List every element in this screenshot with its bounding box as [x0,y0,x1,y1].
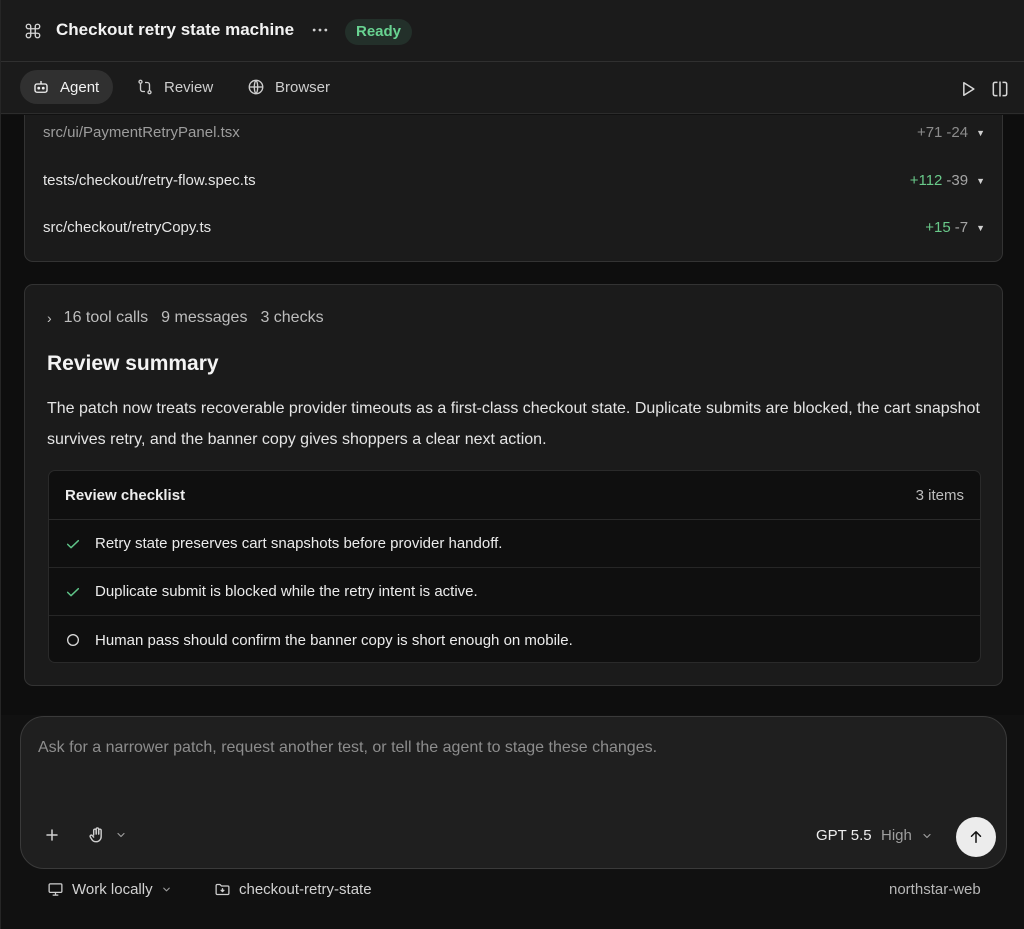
work-location-label: Work locally [72,881,153,898]
git-compare-icon [138,79,152,95]
status-badge: Ready [345,19,413,45]
lines-removed: -39 [946,172,969,189]
command-icon [25,23,41,39]
review-checklist: Review checklist 3 items Retry state pre… [48,470,981,663]
tab-label: Agent [60,78,100,96]
file-path: src/checkout/retryCopy.ts [43,219,212,236]
caret-down-icon[interactable]: ▼ [976,223,985,233]
activity-summary[interactable]: › 16 tool calls 9 messages 3 checks [47,309,337,327]
checklist-item: Duplicate submit is blocked while the re… [49,568,980,616]
hand-icon [89,827,102,843]
lines-added: +15 [925,219,951,236]
checklist-item-text: Human pass should confirm the banner cop… [95,631,573,649]
app-window: Checkout retry state machine Ready Agent… [0,0,1024,929]
checks-count: 3 checks [260,309,324,326]
branch-selector[interactable]: checkout-retry-state [214,881,372,898]
model-selector[interactable]: GPT 5.5 [816,827,872,844]
chevron-down-icon [923,833,931,838]
tab-label: Browser [275,78,331,96]
monitor-icon [48,883,63,896]
repo-label: northstar-web [889,881,981,898]
review-summary-card: › 16 tool calls 9 messages 3 checks Revi… [24,284,1003,686]
file-row[interactable]: src/ui/PaymentRetryPanel.tsx +71 -24 ▼ [25,115,1002,156]
file-row[interactable]: src/checkout/retryCopy.ts +15 -7 ▼ [25,204,1002,251]
file-row[interactable]: tests/checkout/retry-flow.spec.ts +112 -… [25,157,1002,204]
checklist-item-text: Retry state preserves cart snapshots bef… [95,535,503,552]
caret-down-icon[interactable]: ▼ [976,128,985,138]
chevron-down-icon [162,887,170,892]
folder-branch-icon [215,883,230,896]
review-summary-title: Review summary [47,352,219,375]
robot-icon [34,81,48,93]
tool-calls-count: 16 tool calls [63,309,149,326]
tab-agent[interactable]: Agent [20,70,114,104]
checklist-header: Review checklist 3 items [49,471,980,520]
file-path: tests/checkout/retry-flow.spec.ts [43,172,256,189]
check-icon [66,539,80,548]
composer: GPT 5.5 High [20,716,1007,869]
checklist-item-text: Duplicate submit is blocked while the re… [95,583,478,600]
plus-icon[interactable] [42,825,62,845]
status-footer: Work locally checkout-retry-state norths… [1,873,1024,909]
tab-browser[interactable]: Browser [235,70,344,104]
checklist-count: 3 items [915,486,964,504]
review-summary-body: The patch now treats recoverable provide… [47,400,980,448]
work-location-selector[interactable]: Work locally [47,881,172,898]
lines-added: +112 [909,172,943,189]
page-title: Checkout retry state machine [56,20,295,39]
globe-icon [248,79,264,95]
effort-value: High [881,827,912,844]
tab-review[interactable]: Review [124,70,227,104]
caret-down-icon[interactable]: ▼ [976,176,985,186]
lines-removed: -7 [954,219,969,236]
title-bar: Checkout retry state machine Ready [1,0,1024,62]
messages-count: 9 messages [161,309,248,326]
more-icon[interactable] [310,20,330,40]
diff-stat: +71 -24 ▼ [917,124,985,141]
circle-icon [67,634,79,646]
split-view-icon[interactable] [990,79,1010,99]
send-button[interactable] [956,817,996,857]
tab-bar: Agent Review Browser [1,62,1024,114]
changed-files-card: src/ui/PaymentRetryPanel.tsx +71 -24 ▼ t… [24,115,1003,262]
check-icon [66,587,80,596]
arrow-up-icon [970,831,982,843]
diff-stat: +112 -39 ▼ [910,172,985,189]
checklist-item: Human pass should confirm the banner cop… [49,616,980,662]
checklist-title: Review checklist [65,486,186,504]
branch-label: checkout-retry-state [239,881,372,898]
file-path: src/ui/PaymentRetryPanel.tsx [43,124,240,141]
tab-label: Review [164,78,214,96]
play-icon[interactable] [958,79,978,99]
chevron-down-icon [117,832,125,838]
chevron-right-icon: › [47,310,52,326]
approval-mode-button[interactable] [87,825,127,845]
checklist-item: Retry state preserves cart snapshots bef… [49,520,980,568]
effort-selector[interactable]: High [881,827,933,844]
diff-stat: +15 -7 ▼ [925,219,985,236]
conversation-area[interactable]: src/ui/PaymentRetryPanel.tsx +71 -24 ▼ t… [1,115,1024,715]
lines-added: +71 [916,124,943,141]
lines-removed: -24 [946,124,969,141]
prompt-input[interactable] [38,737,938,759]
